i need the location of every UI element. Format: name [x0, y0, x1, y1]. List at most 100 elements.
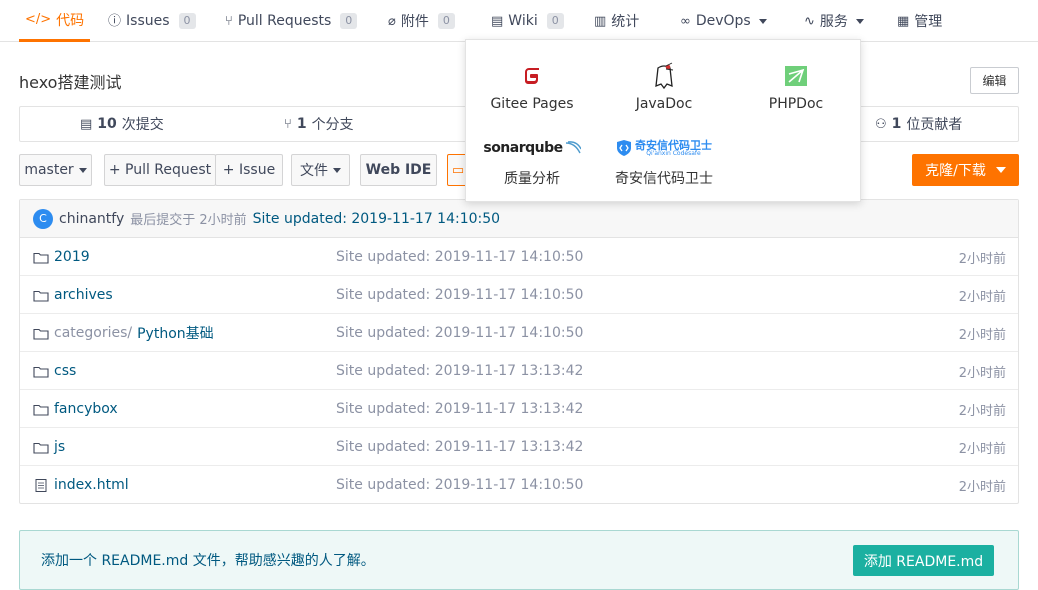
menu-item-gitee-pages[interactable]: Gitee Pages: [466, 62, 598, 112]
chevron-down-icon: [758, 18, 767, 24]
add-readme-button[interactable]: 添加 README.md: [853, 545, 994, 576]
commit-message-link[interactable]: Site updated: 2019-11-17 14:10:50: [253, 211, 500, 227]
file-commit-message[interactable]: Site updated: 2019-11-17 13:13:42: [336, 428, 583, 466]
tab-wiki[interactable]: ▤ Wiki 0: [491, 0, 564, 42]
file-icon: [33, 478, 49, 492]
new-pull-request-button[interactable]: + Pull Request: [104, 154, 216, 186]
table-row: categories/Python基础 Site updated: 2019-11…: [20, 314, 1018, 352]
gitee-pages-logo: [520, 62, 544, 90]
chevron-down-icon: [995, 167, 1006, 173]
contributors-count: 1: [891, 116, 902, 132]
pull-request-icon: ⑂: [225, 13, 233, 29]
folder-icon: [33, 251, 49, 264]
issue-icon: ⓘ: [108, 13, 122, 29]
qianxin-wordmark: 奇安信代码卫士: [635, 138, 712, 152]
file-name-cell[interactable]: css: [33, 352, 76, 390]
qianxin-wordmark-sub: Qi'anxin Codesafe: [646, 149, 701, 157]
branches-label: 个分支: [311, 117, 354, 133]
clone-download-button[interactable]: 克隆/下载: [912, 154, 1019, 186]
tab-devops[interactable]: ∞ DevOps: [680, 0, 767, 42]
menu-item-javadoc[interactable]: JavaDoc: [598, 62, 730, 112]
file-commit-message[interactable]: Site updated: 2019-11-17 14:10:50: [336, 276, 583, 314]
file-commit-time: 2小时前: [958, 251, 1006, 267]
tab-code-label: 代码: [56, 12, 85, 29]
file-menu-button[interactable]: 文件: [291, 154, 350, 186]
branch-select[interactable]: master: [19, 154, 92, 186]
file-commit-message[interactable]: Site updated: 2019-11-17 14:10:50: [336, 238, 583, 276]
commit-author[interactable]: chinantfy: [59, 211, 124, 227]
edit-button[interactable]: 编辑: [970, 67, 1019, 94]
file-menu-label: 文件: [300, 163, 328, 179]
gitee-pages-label: Gitee Pages: [490, 96, 574, 112]
avatar[interactable]: C: [33, 208, 53, 229]
wiki-icon: ▤: [491, 13, 504, 29]
pulse-icon: ∿: [804, 13, 815, 29]
qianxin-codesafe-logo: 奇安信代码卫士 Qi'anxin Codesafe: [616, 134, 712, 162]
menu-item-quality-analysis[interactable]: sonarqube 质量分析: [466, 134, 598, 188]
contributors-icon: ⚇: [875, 116, 887, 132]
commit-doc-icon: ▤: [80, 116, 93, 132]
tab-stats-label: 统计: [611, 14, 640, 30]
file-name-link[interactable]: Python基础: [137, 323, 214, 343]
clone-download-label: 克隆/下载: [925, 163, 986, 179]
file-commit-message[interactable]: Site updated: 2019-11-17 13:13:42: [336, 390, 583, 428]
file-name-link[interactable]: 2019: [54, 249, 90, 265]
comment-icon: ▭: [451, 162, 465, 178]
file-name-cell[interactable]: fancybox: [33, 390, 118, 428]
file-commit-time: 2小时前: [958, 403, 1006, 419]
repo-description: hexo搭建测试: [19, 73, 122, 92]
folder-icon: [33, 289, 49, 302]
table-row: index.html Site updated: 2019-11-17 14:10…: [20, 466, 1018, 504]
file-name-cell[interactable]: js: [33, 428, 65, 466]
services-dropdown-menu: Gitee Pages JavaDoc PHPDoc sonarqube 质量分…: [465, 39, 861, 202]
menu-item-phpdoc[interactable]: PHPDoc: [730, 62, 862, 112]
branch-name: master: [24, 162, 74, 178]
file-name-cell[interactable]: archives: [33, 276, 113, 314]
table-row: fancybox Site updated: 2019-11-17 13:13:4…: [20, 390, 1018, 428]
file-commit-time: 2小时前: [958, 327, 1006, 343]
tab-manage-label: 管理: [914, 14, 943, 30]
branches-count: 1: [296, 116, 307, 132]
file-name-link[interactable]: js: [54, 439, 65, 455]
tab-issues-label: Issues: [126, 13, 170, 29]
file-commit-message[interactable]: Site updated: 2019-11-17 14:10:50: [336, 314, 583, 352]
file-name-cell[interactable]: 2019: [33, 238, 90, 276]
attachment-icon: ⌀: [388, 13, 396, 29]
tab-pull-requests[interactable]: ⑂ Pull Requests 0: [225, 0, 358, 42]
tab-stats[interactable]: ▥ 统计: [594, 0, 639, 42]
qianxin-codesafe-label: 奇安信代码卫士: [615, 171, 713, 187]
sonarqube-logo: sonarqube: [483, 134, 581, 162]
file-commit-time: 2小时前: [958, 289, 1006, 305]
chart-icon: ▥: [594, 13, 607, 29]
infinity-icon: ∞: [680, 13, 691, 29]
javadoc-label: JavaDoc: [635, 96, 693, 112]
tab-attachments[interactable]: ⌀ 附件 0: [388, 0, 455, 42]
tab-issues[interactable]: ⓘ Issues 0: [108, 0, 196, 42]
web-ide-button[interactable]: Web IDE: [360, 154, 437, 186]
menu-item-qianxin-codesafe[interactable]: 奇安信代码卫士 Qi'anxin Codesafe 奇安信代码卫士: [598, 134, 730, 188]
code-icon: </>: [25, 12, 52, 27]
file-path-prefix: categories/: [54, 325, 133, 341]
file-name-cell[interactable]: index.html: [33, 466, 129, 504]
file-name-link[interactable]: css: [54, 363, 76, 379]
tab-code[interactable]: </> 代码: [19, 0, 91, 42]
tab-manage[interactable]: ▦ 管理: [897, 0, 942, 42]
branches-stat[interactable]: ⑂ 1 个分支: [284, 107, 354, 141]
javadoc-logo: [651, 62, 677, 90]
repo-top-nav: </> 代码 ⓘ Issues 0 ⑂ Pull Requests 0 ⌀ 附件…: [0, 0, 1038, 42]
chevron-down-icon: [855, 18, 864, 24]
commits-stat[interactable]: ▤ 10 次提交: [80, 107, 164, 141]
phpdoc-logo: [784, 62, 808, 90]
file-name-link[interactable]: fancybox: [54, 401, 118, 417]
file-commit-message[interactable]: Site updated: 2019-11-17 13:13:42: [336, 352, 583, 390]
new-issue-button[interactable]: + Issue: [215, 154, 283, 186]
tab-services[interactable]: ∿ 服务: [804, 0, 864, 42]
file-commit-message[interactable]: Site updated: 2019-11-17 14:10:50: [336, 466, 583, 504]
chevron-down-icon: [333, 167, 341, 173]
contributors-stat[interactable]: ⚇ 1 位贡献者: [875, 107, 962, 141]
file-commit-time: 2小时前: [958, 441, 1006, 457]
file-name-cell[interactable]: categories/Python基础: [33, 314, 214, 352]
file-commit-time: 2小时前: [958, 479, 1006, 495]
file-name-link[interactable]: archives: [54, 287, 113, 303]
file-name-link[interactable]: index.html: [54, 477, 129, 493]
